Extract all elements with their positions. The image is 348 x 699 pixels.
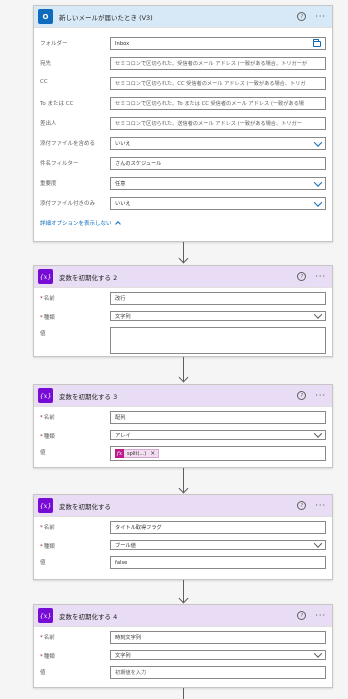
variable-icon: {x} [38, 269, 53, 284]
to-or-cc-label: To または CC [40, 101, 74, 107]
init-variable-card[interactable]: {x} 変数を初期化する 3 ? ··· *名前 配列 *種類 アレイ 値 fx… [33, 384, 333, 468]
chevron-down-icon [313, 312, 323, 319]
init-variable-card[interactable]: {x} 変数を初期化する 2 ? ··· *名前 改行 *種類 文字列 値 [33, 265, 333, 357]
variable-icon: {x} [38, 498, 53, 513]
trigger-card-header[interactable]: O 新しいメールが届いたとき (V3) ? ··· [34, 6, 332, 28]
variable-type-dropdown[interactable]: アレイ [110, 430, 326, 440]
chevron-up-icon [114, 221, 121, 227]
cc-field[interactable]: セミコロンで区切られた、CC 受信者のメール アドレス (一致がある場合、トリガ [110, 77, 326, 90]
folder-field[interactable]: Inbox [110, 37, 326, 50]
init-variable-card-header[interactable]: {x} 変数を初期化する ? ··· [34, 495, 332, 517]
variable-name-field[interactable]: 改行 [110, 292, 326, 305]
init-variable-card-header[interactable]: {x} 変数を初期化する 4 ? ··· [34, 605, 332, 627]
name-label: *名前 [40, 635, 55, 641]
init-variable-title: 変数を初期化する 3 [59, 392, 118, 401]
value-label: 値 [40, 670, 46, 676]
help-icon[interactable]: ? [297, 12, 307, 21]
from-label: 差出人 [40, 121, 57, 127]
type-label: *種類 [40, 434, 55, 440]
variable-type-dropdown[interactable]: 文字列 [110, 311, 326, 321]
help-icon[interactable]: ? [297, 611, 307, 620]
flow-arrow-icon [178, 253, 189, 264]
chevron-down-icon [313, 138, 323, 147]
variable-value-field[interactable] [110, 327, 326, 354]
name-label: *名前 [40, 296, 55, 302]
flow-arrow-icon [178, 483, 189, 494]
advanced-options-label: 詳細オプションを表示しない [40, 221, 112, 227]
cc-label: CC [40, 79, 48, 85]
more-options-icon[interactable]: ··· [315, 391, 326, 400]
name-label: *名前 [40, 415, 55, 421]
init-variable-card[interactable]: {x} 変数を初期化する ? ··· *名前 タイトル取得フラグ *種類 ブール… [33, 494, 333, 580]
type-label: *種類 [40, 315, 55, 321]
chevron-down-icon [313, 651, 323, 658]
variable-icon: {x} [38, 608, 53, 623]
importance-dropdown[interactable]: 任意 [110, 177, 326, 190]
variable-value-field[interactable]: 初期値を入力 [110, 666, 326, 679]
init-variable-title: 変数を初期化する [59, 502, 111, 511]
include-attachments-label: 添付ファイルを含める [40, 141, 96, 147]
only-with-attachments-dropdown[interactable]: いいえ [110, 197, 326, 210]
subject-filter-label: 件名フィルター [40, 161, 79, 167]
chevron-down-icon [313, 541, 323, 548]
from-field[interactable]: セミコロンで区切られた、送信者のメール アドレス (一致がある場合、トリガー [110, 117, 326, 130]
advanced-options-link[interactable]: 詳細オプションを表示しない [40, 219, 121, 227]
init-variable-title: 変数を初期化する 4 [59, 612, 118, 621]
name-label: *名前 [40, 525, 55, 531]
init-variable-title: 変数を初期化する 2 [59, 273, 118, 282]
trigger-card[interactable]: O 新しいメールが届いたとき (V3) ? ··· フォルダー Inbox 宛先… [33, 5, 333, 242]
init-variable-card[interactable]: {x} 変数を初期化する 4 ? ··· *名前 時刻文字列 *種類 文字列 値… [33, 604, 333, 688]
to-label: 宛先 [40, 61, 52, 67]
flow-arrow-icon [178, 593, 189, 604]
folder-icon[interactable] [313, 38, 321, 47]
expression-token[interactable]: fx split(...) × [115, 449, 160, 458]
to-field[interactable]: セミコロンで区切られた、受信者のメール アドレス (一致がある場合、トリガーが [110, 57, 326, 70]
flow-arrow-icon [178, 372, 189, 383]
more-options-icon[interactable]: ··· [315, 611, 326, 620]
help-icon[interactable]: ? [297, 501, 307, 510]
chevron-down-icon [313, 178, 323, 187]
more-options-icon[interactable]: ··· [315, 12, 326, 21]
value-label: 値 [40, 450, 46, 456]
variable-value-field[interactable]: fx split(...) × [110, 446, 326, 461]
trigger-title: 新しいメールが届いたとき (V3) [59, 13, 153, 22]
chevron-down-icon [313, 431, 323, 438]
type-label: *種類 [40, 654, 55, 660]
init-variable-card-header[interactable]: {x} 変数を初期化する 3 ? ··· [34, 385, 332, 407]
variable-value-field[interactable]: false [110, 556, 326, 569]
more-options-icon[interactable]: ··· [315, 501, 326, 510]
value-label: 値 [40, 560, 46, 566]
outlook-icon: O [38, 9, 53, 24]
init-variable-card-header[interactable]: {x} 変数を初期化する 2 ? ··· [34, 266, 332, 288]
include-attachments-dropdown[interactable]: いいえ [110, 137, 326, 150]
variable-name-field[interactable]: 時刻文字列 [110, 631, 326, 644]
variable-type-dropdown[interactable]: 文字列 [110, 650, 326, 660]
variable-name-field[interactable]: タイトル取得フラグ [110, 521, 326, 534]
chevron-down-icon [313, 198, 323, 207]
variable-type-dropdown[interactable]: ブール値 [110, 540, 326, 550]
help-icon[interactable]: ? [297, 391, 307, 400]
importance-label: 重要度 [40, 181, 57, 187]
close-icon[interactable]: × [150, 450, 155, 457]
type-label: *種類 [40, 544, 55, 550]
variable-icon: {x} [38, 388, 53, 403]
variable-name-field[interactable]: 配列 [110, 411, 326, 424]
folder-label: フォルダー [40, 41, 68, 47]
fx-icon: fx [115, 449, 124, 458]
more-options-icon[interactable]: ··· [315, 272, 326, 281]
only-with-attachments-label: 添付ファイル付きのみ [40, 201, 96, 207]
subject-filter-field[interactable]: さんのスケジュール [110, 157, 326, 170]
expression-token-label: split(...) [127, 450, 147, 457]
to-or-cc-field[interactable]: セミコロンで区切られた、To または CC 受信者のメール アドレス (一致があ… [110, 97, 326, 110]
flow-connector [183, 688, 184, 699]
value-label: 値 [40, 331, 46, 337]
help-icon[interactable]: ? [297, 272, 307, 281]
